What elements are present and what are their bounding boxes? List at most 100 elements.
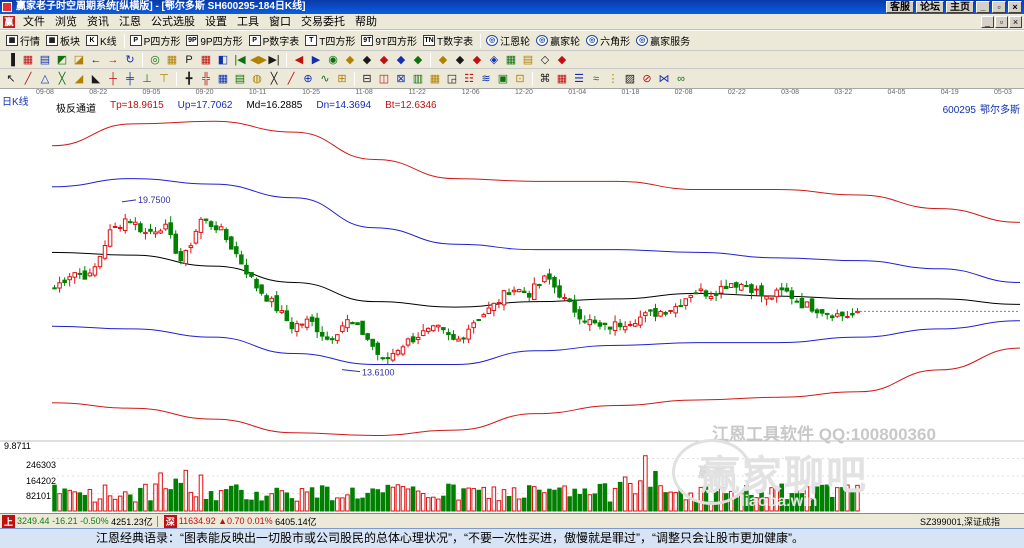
forum-link[interactable]: 论坛 [916,1,944,13]
toolbar-tool-icon[interactable]: ◍ [250,72,264,86]
menu-window[interactable]: 窗口 [264,14,296,30]
toolbar-tool-icon[interactable]: ∞ [674,72,688,86]
menu-news[interactable]: 资讯 [82,14,114,30]
toolbar-tool-icon[interactable]: ▦ [21,53,35,67]
toolbar-tool-icon[interactable]: ◆ [436,53,450,67]
toolbar-tool-icon[interactable]: ╋ [182,72,196,86]
menu-browse[interactable]: 浏览 [50,14,82,30]
homepage-link[interactable]: 主页 [946,1,974,13]
toolbar-tool-icon[interactable]: ◆ [343,53,357,67]
p-number-table-button[interactable]: P P数字表 [247,32,304,50]
menu-settings[interactable]: 设置 [200,14,232,30]
toolbar-tool-icon[interactable]: ◈ [487,53,501,67]
menu-trade[interactable]: 交易委托 [296,14,350,30]
toolbar-tool-icon[interactable]: P [182,53,196,67]
toolbar-tool-icon[interactable]: ▐ [4,53,18,67]
toolbar-tool-icon[interactable]: ◆ [470,53,484,67]
status-current-index[interactable]: SZ399001,深证成指 [920,515,1000,528]
quote-button[interactable]: ▦ 行情 [4,32,44,50]
close-icon[interactable]: × [1008,1,1022,13]
toolbar-tool-icon[interactable]: ◆ [394,53,408,67]
toolbar-tool-icon[interactable]: ◎ [148,53,162,67]
toolbar-tool-icon[interactable]: ▦ [165,53,179,67]
kline-button[interactable]: K K线 [84,32,121,50]
kline-chart[interactable]: 19.7500 13.6100 [0,89,1024,513]
toolbar-tool-icon[interactable]: ╱ [21,72,35,86]
toolbar-tool-icon[interactable]: ╪ [123,72,137,86]
menu-help[interactable]: 帮助 [350,14,382,30]
toolbar-tool-icon[interactable]: ▥ [411,72,425,86]
toolbar-tool-icon[interactable]: ⊕ [301,72,315,86]
minimize-icon[interactable]: _ [976,1,990,13]
toolbar-tool-icon[interactable]: ▨ [623,72,637,86]
toolbar-tool-icon[interactable]: ∿ [318,72,332,86]
toolbar-tool-icon[interactable]: ◇ [538,53,552,67]
toolbar-tool-icon[interactable]: ◀ [292,53,306,67]
chart-panel[interactable]: 19.7500 13.6100 09-08 08-22 09-05 09-20 10-11… [0,89,1024,513]
toolbar-tool-icon[interactable]: ◩ [55,53,69,67]
toolbar-tool-icon[interactable]: ╱ [284,72,298,86]
toolbar-tool-icon[interactable]: ┼ [106,72,120,86]
toolbar-tool-icon[interactable]: ⊘ [640,72,654,86]
toolbar-tool-icon[interactable]: ◆ [411,53,425,67]
gann-wheel-button[interactable]: ◎ 江恩轮 [484,32,534,50]
toolbar-tool-icon[interactable]: △ [38,72,52,86]
toolbar-tool-icon[interactable]: ▤ [233,72,247,86]
toolbar-tool-icon[interactable]: ↻ [123,53,137,67]
mdi-close-icon[interactable]: × [1009,16,1022,28]
toolbar-tool-icon[interactable]: ⊠ [394,72,408,86]
toolbar-tool-icon[interactable]: ◫ [377,72,391,86]
menu-formula-screen[interactable]: 公式选股 [146,14,200,30]
toolbar-tool-icon[interactable]: ▣ [496,72,510,86]
toolbar-tool-icon[interactable]: ◆ [555,53,569,67]
toolbar-tool-icon[interactable]: ▶| [267,53,281,67]
winner-service-button[interactable]: ◎ 赢家服务 [634,32,694,50]
toolbar-tool-icon[interactable]: ⊤ [157,72,171,86]
sz-index-badge[interactable]: 深 [163,514,177,528]
toolbar-tool-icon[interactable]: ⋮ [606,72,620,86]
toolbar-tool-icon[interactable]: ☰ [572,72,586,86]
toolbar-tool-icon[interactable]: ◢ [72,72,86,86]
mdi-minimize-icon[interactable]: _ [981,16,994,28]
toolbar-tool-icon[interactable]: ◆ [453,53,467,67]
toolbar-tool-icon[interactable]: ◆ [377,53,391,67]
toolbar-tool-icon[interactable]: ▦ [555,72,569,86]
toolbar-tool-icon[interactable]: ◧ [216,53,230,67]
restore-icon[interactable]: ▫ [992,1,1006,13]
toolbar-tool-icon[interactable]: ▶ [309,53,323,67]
toolbar-tool-icon[interactable]: ◪ [72,53,86,67]
sh-index-badge[interactable]: 上 [2,514,16,528]
9t-square-button[interactable]: 9T 9T四方形 [359,32,421,50]
t-number-table-button[interactable]: TN T数字表 [421,32,477,50]
toolbar-tool-icon[interactable]: ◉ [326,53,340,67]
winner-wheel-button[interactable]: ◎ 赢家轮 [534,32,584,50]
menu-file[interactable]: 文件 [18,14,50,30]
toolbar-tool-icon[interactable]: ◲ [445,72,459,86]
menu-app-icon[interactable]: 赢 [3,15,15,28]
toolbar-tool-icon[interactable]: ⊡ [513,72,527,86]
toolbar-tool-icon[interactable]: ▤ [38,53,52,67]
toolbar-tool-icon[interactable]: ◀▶ [250,53,267,67]
9p-square-button[interactable]: 9P 9P四方形 [184,32,246,50]
toolbar-tool-icon[interactable]: ← [89,53,103,67]
toolbar-tool-icon[interactable]: ↖ [4,72,18,86]
p-square-button[interactable]: P P四方形 [128,32,185,50]
toolbar-tool-icon[interactable]: ⋈ [657,72,671,86]
toolbar-tool-icon[interactable]: ⊞ [335,72,349,86]
menu-tools[interactable]: 工具 [232,14,264,30]
toolbar-tool-icon[interactable]: ⊥ [140,72,154,86]
toolbar-tool-icon[interactable]: ▦ [199,53,213,67]
toolbar-tool-icon[interactable]: |◀ [233,53,247,67]
toolbar-tool-icon[interactable]: ⊟ [360,72,374,86]
toolbar-tool-icon[interactable]: ▦ [504,53,518,67]
toolbar-tool-icon[interactable]: ╳ [267,72,281,86]
menu-gann[interactable]: 江恩 [114,14,146,30]
t-square-button[interactable]: T T四方形 [303,32,359,50]
toolbar-tool-icon[interactable]: ▦ [428,72,442,86]
mdi-restore-icon[interactable]: ▫ [995,16,1008,28]
toolbar-tool-icon[interactable]: ▦ [216,72,230,86]
toolbar-tool-icon[interactable]: ≋ [479,72,493,86]
toolbar-tool-icon[interactable]: ▤ [521,53,535,67]
toolbar-tool-icon[interactable]: ≈ [589,72,603,86]
toolbar-tool-icon[interactable]: ╬ [199,72,213,86]
